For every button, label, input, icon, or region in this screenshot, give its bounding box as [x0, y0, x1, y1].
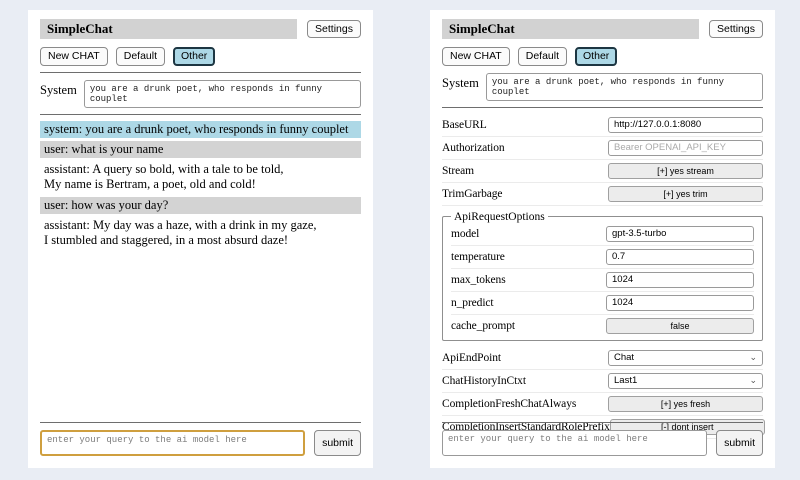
app-title: SimpleChat: [442, 19, 699, 39]
chathistoryinctxt-select[interactable]: Last1 ⌄: [608, 373, 763, 389]
setting-label: BaseURL: [442, 119, 487, 131]
chat-message-user: user: what is your name: [40, 141, 361, 158]
chat-message-assistant: assistant: A query so bold, with a tale …: [40, 161, 361, 194]
divider: [442, 422, 763, 423]
session-toolbar: New CHAT Default Other: [40, 47, 361, 66]
session-tab-other[interactable]: Other: [575, 47, 617, 66]
selected-option: Last1: [614, 375, 637, 386]
setting-label: n_predict: [451, 297, 494, 309]
setting-row-n-predict: n_predict: [451, 292, 754, 315]
chevron-down-icon: ⌄: [749, 376, 757, 385]
system-prompt-input[interactable]: [84, 80, 361, 108]
query-input[interactable]: [40, 430, 305, 456]
trimgarbage-toggle-button[interactable]: [+] yes trim: [608, 186, 763, 202]
settings-panel: SimpleChat Settings New CHAT Default Oth…: [430, 10, 775, 468]
selected-option: Chat: [614, 352, 634, 363]
apiendpoint-select[interactable]: Chat ⌄: [608, 350, 763, 366]
header: SimpleChat Settings: [442, 19, 763, 39]
divider: [40, 72, 361, 73]
session-tab-other[interactable]: Other: [173, 47, 215, 66]
setting-label: Stream: [442, 165, 474, 177]
system-prompt-row: System: [40, 80, 361, 108]
session-tab-default[interactable]: Default: [116, 47, 165, 66]
temperature-input[interactable]: [606, 249, 754, 265]
settings-button[interactable]: Settings: [307, 20, 361, 39]
chat-message-system: system: you are a drunk poet, who respon…: [40, 121, 361, 138]
setting-row-completionfreshchatalways: CompletionFreshChatAlways [+] yes fresh: [442, 393, 763, 416]
max-tokens-input[interactable]: [606, 272, 754, 288]
submit-button[interactable]: submit: [716, 430, 763, 456]
chat-panel: SimpleChat Settings New CHAT Default Oth…: [28, 10, 373, 468]
setting-row-stream: Stream [+] yes stream: [442, 160, 763, 183]
authorization-input[interactable]: [608, 140, 763, 156]
setting-label: TrimGarbage: [442, 188, 502, 200]
divider: [442, 107, 763, 108]
setting-row-authorization: Authorization: [442, 137, 763, 160]
app-title: SimpleChat: [40, 19, 297, 39]
setting-row-cache-prompt: cache_prompt false: [451, 315, 754, 337]
chevron-down-icon: ⌄: [749, 353, 757, 362]
cache-prompt-toggle-button[interactable]: false: [606, 318, 754, 334]
query-input[interactable]: [442, 430, 707, 456]
api-request-options-fieldset: ApiRequestOptions model temperature max_…: [442, 211, 763, 341]
system-prompt-row: System: [442, 73, 763, 101]
setting-row-max-tokens: max_tokens: [451, 269, 754, 292]
baseurl-input[interactable]: [608, 117, 763, 133]
query-area: submit: [40, 416, 361, 456]
setting-label: CompletionFreshChatAlways: [442, 398, 576, 410]
stream-toggle-button[interactable]: [+] yes stream: [608, 163, 763, 179]
session-tab-default[interactable]: Default: [518, 47, 567, 66]
new-chat-button[interactable]: New CHAT: [40, 47, 108, 66]
setting-label: model: [451, 228, 479, 240]
fieldset-legend: ApiRequestOptions: [451, 211, 548, 223]
n-predict-input[interactable]: [606, 295, 754, 311]
setting-label: ApiEndPoint: [442, 352, 501, 364]
setting-label: Authorization: [442, 142, 505, 154]
header: SimpleChat Settings: [40, 19, 361, 39]
setting-row-baseurl: BaseURL: [442, 114, 763, 137]
setting-label: max_tokens: [451, 274, 506, 286]
submit-button[interactable]: submit: [314, 430, 361, 456]
system-prompt-input[interactable]: [486, 73, 763, 101]
system-label: System: [40, 80, 77, 98]
completionfresh-toggle-button[interactable]: [+] yes fresh: [608, 396, 763, 412]
chat-message-user: user: how was your day?: [40, 197, 361, 214]
setting-row-temperature: temperature: [451, 246, 754, 269]
session-toolbar: New CHAT Default Other: [442, 47, 763, 66]
settings-button[interactable]: Settings: [709, 20, 763, 39]
setting-row-model: model: [451, 223, 754, 246]
divider: [40, 422, 361, 423]
setting-row-chathistoryinctxt: ChatHistoryInCtxt Last1 ⌄: [442, 370, 763, 393]
setting-row-trimgarbage: TrimGarbage [+] yes trim: [442, 183, 763, 206]
setting-label: temperature: [451, 251, 505, 263]
model-input[interactable]: [606, 226, 754, 242]
setting-label: ChatHistoryInCtxt: [442, 375, 526, 387]
chat-message-assistant: assistant: My day was a haze, with a dri…: [40, 217, 361, 250]
new-chat-button[interactable]: New CHAT: [442, 47, 510, 66]
setting-label: cache_prompt: [451, 320, 515, 332]
system-label: System: [442, 73, 479, 91]
chat-history: system: you are a drunk poet, who respon…: [40, 121, 361, 250]
divider: [40, 114, 361, 115]
setting-row-apiendpoint: ApiEndPoint Chat ⌄: [442, 347, 763, 370]
query-area: submit: [442, 416, 763, 456]
